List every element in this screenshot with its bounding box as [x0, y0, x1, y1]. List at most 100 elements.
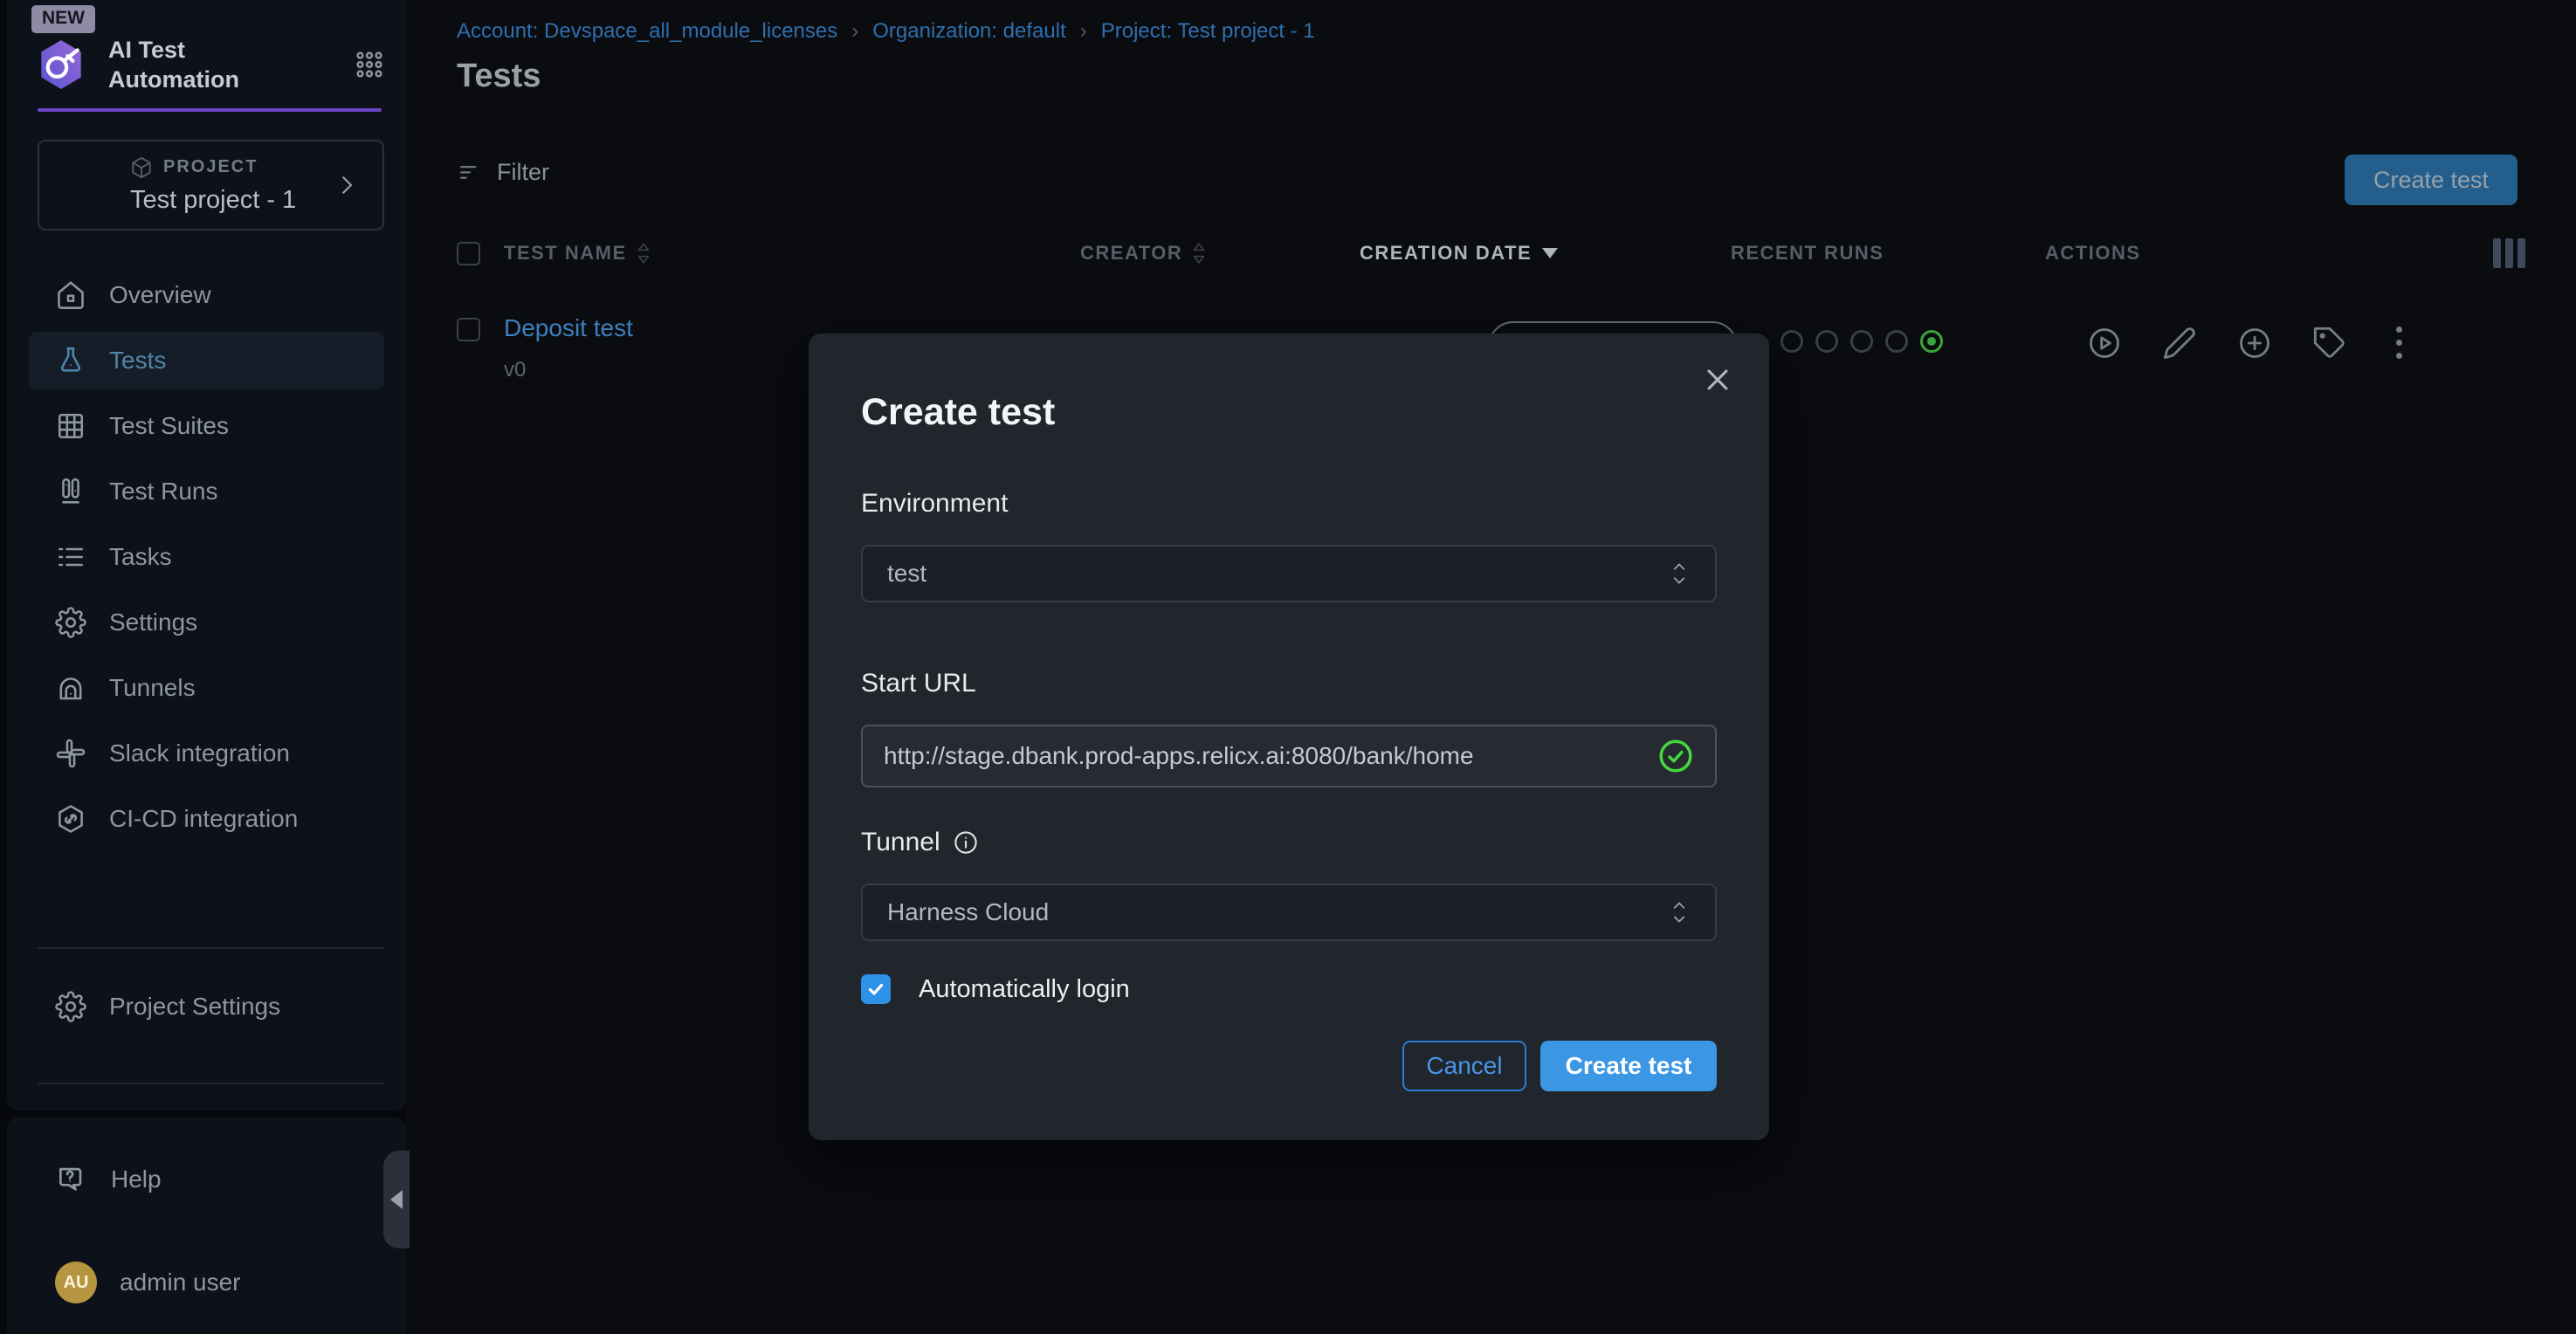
sidebar-item-test-runs[interactable]: Test Runs	[29, 463, 384, 520]
row-checkbox[interactable]	[457, 318, 480, 341]
sidebar-item-label: Project Settings	[109, 993, 280, 1021]
task-list-icon	[55, 541, 86, 573]
new-badge: NEW	[31, 5, 95, 33]
create-test-submit-button[interactable]: Create test	[1540, 1041, 1717, 1091]
tunnel-select[interactable]: Harness Cloud	[861, 884, 1717, 941]
app-logo-icon	[33, 35, 89, 94]
sidebar-item-label: CI-CD integration	[109, 805, 298, 833]
project-settings-button[interactable]: Project Settings	[29, 978, 384, 1035]
col-header-recent-runs: RECENT RUNS	[1731, 242, 2045, 265]
sidebar-item-test-suites[interactable]: Test Suites	[29, 397, 384, 455]
sidebar-item-label: Test Suites	[109, 412, 229, 440]
sidebar-item-overview[interactable]: Overview	[29, 266, 384, 324]
environment-value: test	[887, 560, 926, 588]
home-icon	[55, 279, 86, 311]
breadcrumb: Account: Devspace_all_module_licenses › …	[457, 19, 1315, 44]
col-header-actions: ACTIONS	[2045, 242, 2493, 265]
test-runs-icon	[55, 476, 86, 507]
sidebar-divider	[38, 1083, 384, 1084]
start-url-input[interactable]	[884, 742, 1657, 770]
add-to-suite-icon[interactable]	[2237, 326, 2272, 361]
cancel-button[interactable]: Cancel	[1402, 1041, 1526, 1091]
help-icon	[55, 1163, 88, 1196]
project-name: Test project - 1	[130, 186, 296, 215]
col-header-creator[interactable]: CREATOR	[1080, 242, 1182, 265]
sidebar-item-tunnels[interactable]: Tunnels	[29, 659, 384, 717]
breadcrumb-separator: ›	[851, 19, 858, 44]
modal-title: Create test	[861, 391, 1055, 434]
filter-label: Filter	[497, 159, 549, 186]
avatar: AU	[55, 1262, 97, 1303]
sidebar-item-tests[interactable]: Tests	[29, 332, 384, 389]
run-test-icon[interactable]	[2087, 326, 2122, 361]
app-logo-row: AI Test Automation	[33, 35, 385, 94]
tunnel-value: Harness Cloud	[887, 898, 1049, 926]
flask-icon	[55, 345, 86, 376]
user-name: admin user	[120, 1269, 241, 1296]
sidebar-item-label: Tunnels	[109, 674, 196, 702]
sidebar-item-slack-integration[interactable]: Slack integration	[29, 725, 384, 782]
col-header-creation-date[interactable]: CREATION DATE	[1360, 242, 1532, 265]
run-status-dot[interactable]	[1850, 330, 1873, 353]
sidebar-item-label: Tests	[109, 347, 166, 375]
close-icon[interactable]	[1703, 365, 1732, 395]
run-status-dot[interactable]	[1780, 330, 1803, 353]
filter-button[interactable]: Filter	[457, 159, 549, 186]
run-status-dot-passed[interactable]	[1920, 330, 1943, 353]
info-icon[interactable]	[953, 829, 979, 856]
sidebar-item-label: Slack integration	[109, 739, 290, 767]
sidebar-item-project-settings: Project Settings	[29, 978, 384, 1035]
tag-icon[interactable]	[2312, 326, 2347, 361]
slack-icon	[55, 738, 86, 769]
edit-icon[interactable]	[2162, 326, 2197, 361]
column-settings-icon[interactable]	[2493, 238, 2525, 268]
help-button[interactable]: Help	[29, 1151, 384, 1208]
module-grid-icon[interactable]	[354, 49, 385, 80]
gear-icon	[55, 607, 86, 638]
start-url-field	[861, 725, 1717, 787]
run-status-dot[interactable]	[1815, 330, 1838, 353]
sidebar-item-label: Test Runs	[109, 478, 218, 505]
sidebar-item-tasks[interactable]: Tasks	[29, 528, 384, 586]
sidebar-nav: Overview Tests Test Suites Test Runs Tas…	[7, 258, 406, 856]
auto-login-row: Automatically login	[861, 974, 1130, 1004]
tunnel-label: Tunnel	[861, 828, 979, 857]
help-label: Help	[111, 1166, 162, 1193]
sidebar-item-settings[interactable]: Settings	[29, 594, 384, 651]
chevron-right-icon	[334, 172, 360, 198]
sort-icon[interactable]	[1191, 240, 1207, 266]
collapse-left-icon	[390, 1190, 403, 1209]
sidebar-item-label: Tasks	[109, 543, 172, 571]
select-chevrons-icon	[1668, 557, 1691, 590]
breadcrumb-project-link[interactable]: Project: Test project - 1	[1101, 19, 1315, 44]
more-options-icon[interactable]	[2387, 323, 2411, 362]
row-actions	[2087, 323, 2411, 362]
sidebar-item-cicd-integration[interactable]: CI-CD integration	[29, 790, 384, 848]
gear-icon	[55, 991, 86, 1022]
cicd-link-icon	[55, 803, 86, 835]
auto-login-label: Automatically login	[919, 975, 1130, 1004]
cube-icon	[130, 156, 153, 179]
table-header: TEST NAME CREATOR CREATION DATE RECENT R…	[457, 229, 2525, 278]
sidebar: NEW AI Test Automation	[7, 0, 406, 1334]
url-valid-check-icon	[1657, 738, 1694, 774]
sort-icon[interactable]	[636, 240, 651, 266]
breadcrumb-account-link[interactable]: Account: Devspace_all_module_licenses	[457, 19, 837, 44]
create-test-button-header[interactable]: Create test	[2345, 155, 2517, 205]
start-url-label: Start URL	[861, 669, 976, 698]
sort-desc-icon	[1542, 248, 1558, 258]
col-header-test-name[interactable]: TEST NAME	[504, 242, 627, 265]
sidebar-bottom-panel: Help AU admin user	[7, 1117, 406, 1334]
environment-select[interactable]: test	[861, 545, 1717, 602]
run-status-dot[interactable]	[1885, 330, 1908, 353]
app-title: AI Test Automation	[108, 35, 239, 94]
test-name-link[interactable]: Deposit test	[504, 314, 633, 342]
select-all-checkbox[interactable]	[457, 242, 480, 265]
auto-login-checkbox[interactable]	[861, 974, 891, 1004]
sidebar-collapse-handle[interactable]	[383, 1151, 410, 1248]
user-menu[interactable]: AU admin user	[29, 1254, 384, 1311]
page-title: Tests	[457, 58, 541, 95]
project-selector[interactable]: PROJECT Test project - 1	[38, 140, 384, 230]
environment-label: Environment	[861, 489, 1008, 519]
breadcrumb-org-link[interactable]: Organization: default	[872, 19, 1065, 44]
